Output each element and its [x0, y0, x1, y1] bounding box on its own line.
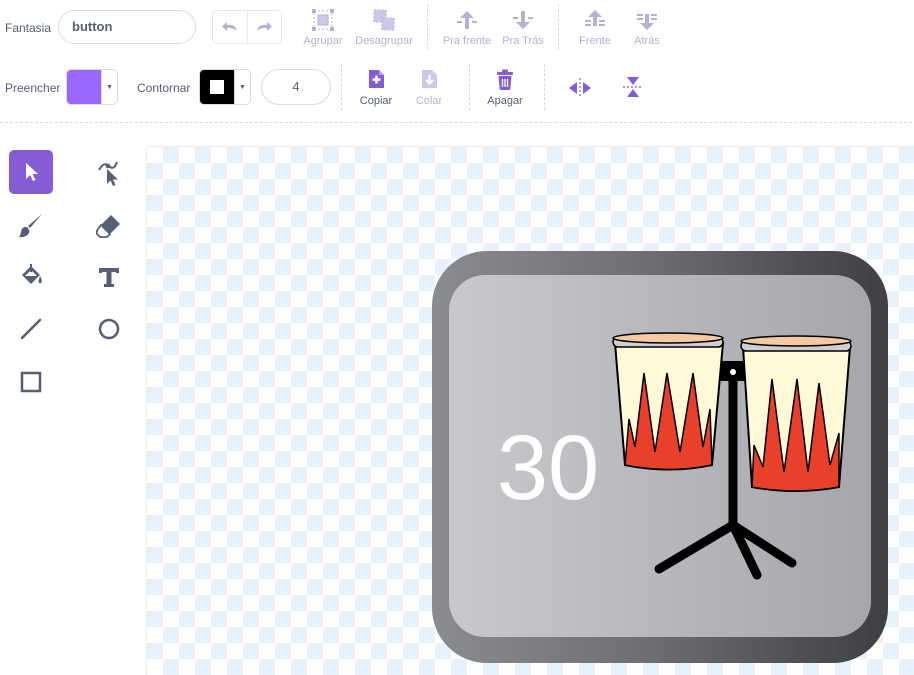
outline-color-swatch	[200, 70, 234, 104]
ungroup-button[interactable]: Desagrupar	[354, 8, 414, 47]
toolbar-divider	[427, 4, 428, 50]
line-tool[interactable]	[9, 307, 53, 351]
front-button[interactable]: Frente	[576, 8, 614, 47]
flip-horizontal-button[interactable]	[566, 75, 594, 101]
flip-horizontal-icon	[569, 78, 591, 98]
ungroup-label: Desagrupar	[355, 35, 413, 47]
flip-vertical-button[interactable]	[620, 73, 646, 101]
copy-button[interactable]: Copiar	[357, 68, 395, 107]
eraser-tool[interactable]	[87, 203, 131, 247]
outline-width-input[interactable]: 4	[261, 69, 331, 105]
copy-icon	[369, 70, 384, 88]
delete-button[interactable]: Apagar	[484, 68, 526, 107]
brush-icon	[19, 214, 42, 238]
back-button[interactable]: Atrás	[630, 8, 664, 47]
fill-color-swatch	[67, 70, 101, 104]
flip-vertical-icon	[623, 77, 643, 97]
chevron-down-icon: ▼	[101, 70, 117, 104]
line-icon	[20, 318, 42, 340]
costume-label: Fantasia	[5, 21, 52, 35]
outline-label: Contornar	[137, 81, 191, 95]
redo-icon	[257, 22, 273, 31]
toolbar-divider	[341, 64, 342, 110]
chevron-down-icon: ▼	[234, 70, 250, 104]
redo-button[interactable]	[246, 11, 282, 43]
circle-icon	[98, 318, 120, 340]
undo-button[interactable]	[213, 11, 247, 43]
undo-icon	[221, 22, 237, 31]
outline-color-picker[interactable]: ▼	[199, 69, 251, 105]
group-icon	[312, 9, 334, 31]
paste-icon	[422, 70, 437, 88]
backward-button[interactable]: Pra Trás	[500, 8, 546, 47]
copy-label: Copiar	[359, 95, 393, 107]
brush-tool[interactable]	[9, 203, 53, 247]
costume-name-input[interactable]: button	[58, 10, 196, 44]
text-t-icon	[99, 268, 119, 287]
ungroup-icon	[373, 9, 395, 31]
arrow-down-icon	[513, 11, 533, 29]
forward-button[interactable]: Pra frente	[441, 8, 493, 47]
delete-label: Apagar	[487, 95, 523, 107]
reshape-tool[interactable]	[87, 150, 131, 194]
rectangle-icon	[20, 371, 42, 393]
costume-artwork: 30	[432, 251, 888, 663]
toolbar-bottom-divider	[0, 122, 912, 123]
circle-tool[interactable]	[87, 307, 131, 351]
to-back-icon	[637, 14, 657, 30]
paste-button[interactable]: Colar	[411, 68, 447, 107]
paint-bucket-icon	[22, 264, 42, 284]
button-number: 30	[497, 417, 599, 519]
fill-tool[interactable]	[9, 255, 53, 299]
select-tool[interactable]	[9, 150, 53, 194]
forward-label: Pra frente	[442, 35, 492, 47]
to-front-icon	[585, 10, 605, 26]
reshape-icon	[98, 161, 118, 186]
toolbar-divider	[544, 64, 545, 110]
fill-color-picker[interactable]: ▼	[66, 69, 118, 105]
trash-icon	[497, 69, 513, 90]
toolbar-divider	[469, 64, 470, 110]
group-label: Agrupar	[303, 35, 343, 47]
paint-canvas[interactable]: 30	[146, 146, 914, 675]
rectangle-tool[interactable]	[9, 360, 53, 404]
eraser-icon	[96, 215, 120, 238]
arrow-up-icon	[457, 11, 477, 29]
toolbar-divider	[558, 4, 559, 50]
back-label: Atrás	[634, 35, 660, 47]
text-tool[interactable]	[87, 255, 131, 299]
paste-label: Colar	[415, 95, 443, 107]
undo-redo-group	[212, 10, 282, 44]
fill-label: Preencher	[5, 81, 61, 95]
front-label: Frente	[579, 35, 611, 47]
cursor-arrow-icon	[26, 163, 38, 181]
backward-label: Pra Trás	[502, 35, 544, 47]
group-button[interactable]: Agrupar	[302, 8, 344, 47]
